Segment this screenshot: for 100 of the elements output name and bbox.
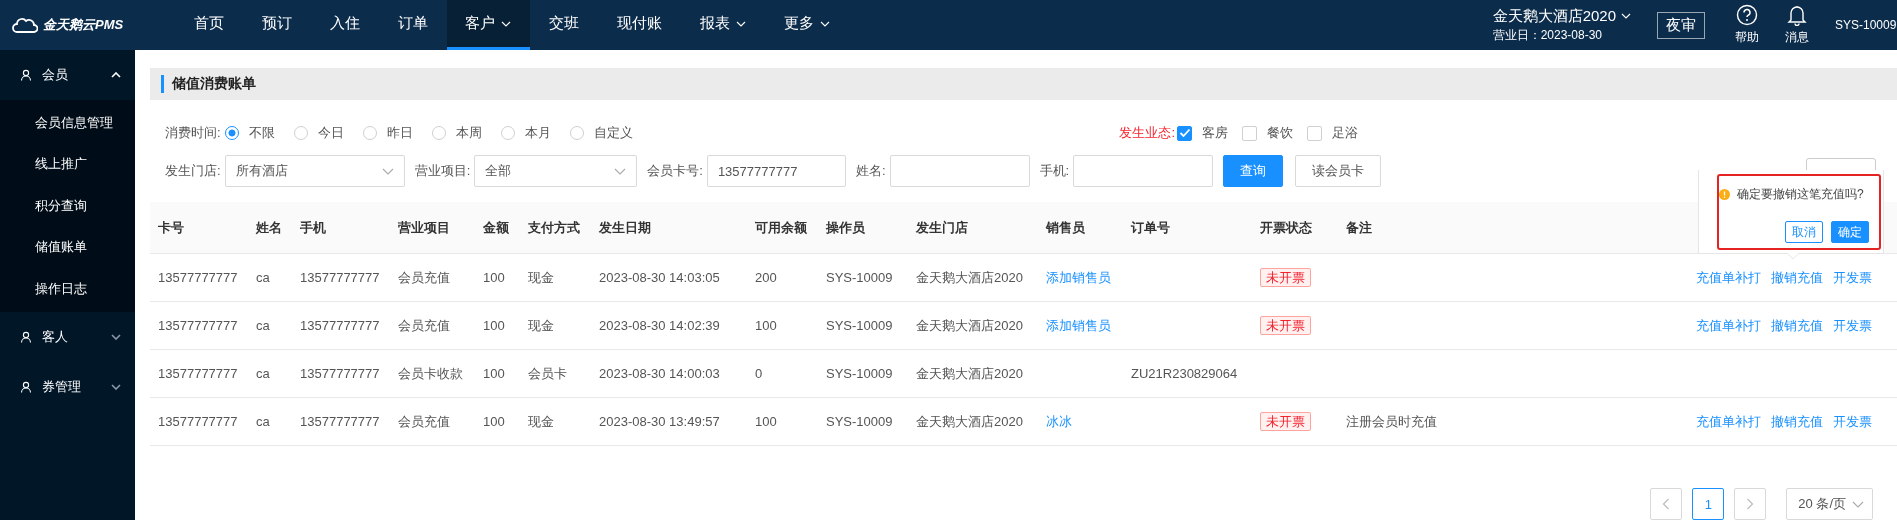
user-name[interactable]: SYS-10009	[1835, 18, 1897, 32]
user-icon	[20, 380, 32, 393]
table-cell: 金天鹅大酒店2020	[916, 365, 1023, 381]
sidebar-item[interactable]: 操作日志	[0, 268, 135, 310]
table-cell: 会员充值	[398, 269, 450, 285]
status-tag: 未开票	[1260, 315, 1311, 335]
night-audit-button[interactable]: 夜审	[1657, 11, 1705, 39]
column-header: 发生门店	[915, 218, 969, 237]
input-field[interactable]	[889, 155, 1030, 187]
next-page-button[interactable]	[1734, 488, 1767, 520]
column-header: 姓名	[255, 218, 283, 237]
radio-option[interactable]: 不限	[224, 124, 275, 142]
business-date: 营业日：2023-08-30	[1492, 26, 1603, 44]
table-cell: 200	[755, 270, 777, 285]
messages-button[interactable]: 消息	[1785, 4, 1809, 46]
sidebar-item[interactable]: 线上推广	[0, 143, 135, 185]
checkbox-option[interactable]: 餐饮	[1242, 124, 1293, 142]
sidebar-item[interactable]: 积分查询	[0, 185, 135, 227]
radio-option[interactable]: 昨日	[362, 124, 413, 142]
column-header: 营业项目	[397, 218, 451, 237]
nav-tab[interactable]: 首页	[175, 0, 243, 50]
nav-tab[interactable]: 客户	[447, 0, 530, 50]
table-cell: ca	[256, 414, 270, 429]
table-cell: SYS-10009	[826, 270, 893, 285]
filter-label: 姓名:	[855, 162, 886, 180]
table-cell: 金天鹅大酒店2020	[916, 413, 1023, 429]
brand-logo-text: 金天鹅云PMS	[43, 16, 124, 34]
caret-icon	[501, 20, 511, 27]
filter-label: 发生门店:	[165, 162, 221, 180]
sidebar-item[interactable]: 会员信息管理	[0, 102, 135, 144]
chevron-left-icon	[1662, 498, 1671, 510]
chevron-icon	[111, 383, 121, 390]
table-cell: 会员卡收款	[398, 365, 463, 381]
column-header: 发生日期	[598, 218, 652, 237]
table-cell: 2023-08-30 14:00:03	[599, 366, 720, 381]
table-cell: 会员充值	[398, 413, 450, 429]
table-cell: ca	[256, 270, 270, 285]
radio-option[interactable]: 今日	[293, 124, 344, 142]
table-cell: 100	[483, 366, 505, 381]
table-cell: 2023-08-30 14:03:05	[599, 270, 720, 285]
chevron-down-icon	[1852, 500, 1864, 508]
table-cell: ZU21R230829064	[1131, 366, 1238, 381]
select-field[interactable]: 所有酒店	[224, 155, 405, 187]
nav-tab[interactable]: 更多	[765, 0, 849, 50]
table-cell: SYS-10009	[826, 414, 893, 429]
filter-label: 消费时间:	[165, 124, 221, 142]
nav-tab[interactable]: 交班	[530, 0, 598, 50]
chevron-down-icon	[614, 167, 627, 175]
filter-label: 发生业态:	[1119, 124, 1175, 142]
previous-page-button[interactable]	[1650, 488, 1683, 520]
table-cell: 2023-08-30 14:02:39	[599, 318, 720, 333]
nav-tab[interactable]: 订单	[379, 0, 447, 50]
table-cell: 13577777777	[158, 270, 238, 285]
caret-icon	[820, 20, 830, 27]
column-header: 卡号	[157, 218, 185, 237]
chevron-icon	[111, 72, 121, 78]
filter-label: 会员卡号:	[647, 162, 703, 180]
nav-tab[interactable]: 现付账	[598, 0, 681, 50]
table-cell: ca	[256, 318, 270, 333]
radio-option[interactable]: 自定义	[569, 124, 633, 142]
select-field[interactable]: 全部	[474, 155, 638, 187]
input-field[interactable]	[1073, 155, 1214, 187]
table-cell: 会员卡	[528, 365, 567, 381]
user-icon	[20, 69, 32, 81]
caret-icon	[736, 20, 746, 27]
read-card-button[interactable]: 读会员卡	[1295, 155, 1382, 187]
filter-label: 营业项目:	[414, 162, 471, 180]
nav-tab[interactable]: 报表	[681, 0, 765, 50]
table-cell: SYS-10009	[826, 318, 893, 333]
nav-tab[interactable]: 预订	[243, 0, 311, 50]
table-cell: 现金	[528, 317, 554, 333]
table-cell: 13577777777	[300, 366, 380, 381]
column-header: 操作员	[825, 218, 866, 237]
table-cell: 现金	[528, 413, 554, 429]
nav-tab[interactable]: 入住	[311, 0, 379, 50]
page-size-select[interactable]: 20 条/页	[1786, 488, 1873, 520]
input-field[interactable]: 13577777777	[706, 155, 846, 187]
help-button[interactable]: 帮助	[1735, 4, 1759, 46]
table-cell: 13577777777	[158, 366, 238, 381]
radio-option[interactable]: 本月	[500, 124, 551, 142]
column-header: 开票状态	[1259, 218, 1313, 237]
checkbox-option[interactable]: 足浴	[1307, 124, 1358, 142]
hotel-name[interactable]: 金天鹅大酒店2020	[1492, 6, 1616, 26]
checkbox-option[interactable]: 客房	[1177, 124, 1228, 142]
table-cell: 现金	[528, 269, 554, 285]
column-header: 备注	[1345, 218, 1373, 237]
table-cell: 2023-08-30 13:49:57	[599, 414, 720, 429]
table-cell: 100	[483, 270, 505, 285]
table-cell: 13577777777	[158, 318, 238, 333]
status-tag: 未开票	[1260, 411, 1311, 431]
table-cell: 13577777777	[158, 414, 238, 429]
sidebar-item[interactable]: 储值账单	[0, 226, 135, 268]
warning-icon	[1719, 189, 1730, 200]
column-header: 金额	[482, 218, 510, 237]
table-cell: 13577777777	[300, 414, 380, 429]
radio-option[interactable]: 本周	[431, 124, 482, 142]
table-cell: 0	[755, 366, 763, 381]
table-cell: SYS-10009	[826, 366, 893, 381]
column-header: 销售员	[1044, 218, 1086, 237]
caret-icon	[1621, 13, 1631, 19]
